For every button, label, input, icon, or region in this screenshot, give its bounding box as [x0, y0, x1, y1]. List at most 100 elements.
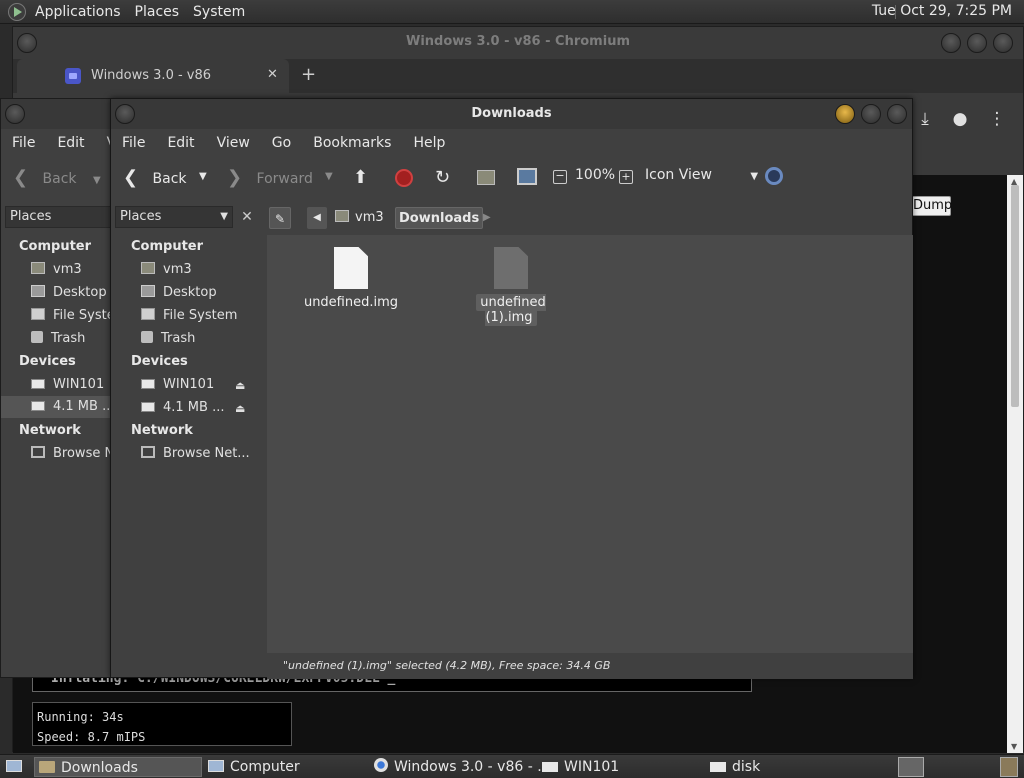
minimize-button[interactable]: [941, 33, 961, 53]
eject-icon[interactable]: ⏏: [235, 402, 245, 415]
edit-location-icon[interactable]: ✎: [269, 207, 291, 229]
sidebar-item-4mb[interactable]: 4.1 MB ...: [1, 396, 114, 418]
forward-button[interactable]: ❯ Forward: [227, 167, 313, 188]
task-computer[interactable]: Computer: [204, 757, 368, 777]
sidebar-item-4mb[interactable]: 4.1 MB ...: [141, 400, 224, 415]
file-name: undefined.img: [303, 295, 399, 310]
computer-icon[interactable]: [517, 168, 537, 185]
file-icon: [334, 247, 368, 289]
sidebar-item-vm3[interactable]: vm3: [31, 262, 82, 277]
chromium-icon: [374, 758, 388, 772]
task-chromium[interactable]: Windows 3.0 - v86 - ...: [370, 757, 551, 777]
trash-applet-icon[interactable]: [1000, 757, 1018, 777]
network-icon: [31, 446, 45, 458]
taskbar: Downloads Computer Windows 3.0 - v86 - .…: [0, 754, 1024, 778]
sidebar-item-trash[interactable]: Trash: [31, 331, 85, 346]
sidebar-header-computer: Computer: [19, 239, 92, 254]
stop-icon[interactable]: [395, 169, 413, 187]
back-history-chevron-icon[interactable]: ▼: [199, 171, 207, 182]
path-left-arrow-icon[interactable]: ◀: [307, 207, 327, 229]
menu-file[interactable]: File: [111, 135, 156, 151]
tab-close-icon[interactable]: ✕: [267, 67, 278, 82]
eject-icon[interactable]: ⏏: [235, 379, 245, 392]
menu-go[interactable]: Go: [261, 135, 302, 151]
sidebar-item-trash[interactable]: Trash: [141, 331, 195, 346]
path-vm3[interactable]: vm3: [335, 207, 384, 229]
menu-edit[interactable]: Edit: [156, 135, 205, 151]
desktop-icon: [31, 285, 45, 297]
show-desktop-icon[interactable]: [2, 757, 24, 777]
view-mode-select[interactable]: Icon View ▼: [645, 167, 758, 183]
applications-icon[interactable]: [8, 2, 26, 21]
workspace-switcher[interactable]: [898, 757, 924, 777]
sidebar-item-filesystem[interactable]: File System: [141, 308, 237, 323]
trash-icon: [141, 331, 153, 343]
download-icon[interactable]: ⤓: [913, 107, 937, 131]
system-menu[interactable]: System: [186, 4, 252, 20]
sidebar-item-filesystem[interactable]: File Syster: [31, 308, 120, 323]
file-item-selected[interactable]: undefined (1).img: [451, 247, 571, 326]
zoom-in-icon[interactable]: +: [619, 170, 633, 184]
profile-icon[interactable]: ●: [948, 107, 972, 131]
close-button[interactable]: [993, 33, 1013, 53]
speed-readout: Speed: 8.7 mIPS: [37, 730, 146, 744]
reload-button[interactable]: ↻: [435, 167, 450, 188]
trash-icon: [31, 331, 43, 343]
top-panel: Applications Places System Tue Oct 29, 7…: [0, 0, 1024, 24]
sidebar-item-desktop[interactable]: Desktop: [31, 285, 107, 300]
file-manager-window: Downloads File Edit View Go Bookmarks He…: [110, 98, 913, 679]
sidebar-header-computer: Computer: [131, 239, 204, 254]
task-downloads[interactable]: Downloads: [34, 757, 202, 777]
menu-file[interactable]: File: [1, 135, 46, 151]
sidebar-item-win101[interactable]: WIN101: [31, 377, 104, 392]
page-scrollbar[interactable]: ▲ ▼: [1007, 175, 1023, 753]
scrollbar-thumb[interactable]: [1011, 185, 1019, 407]
file-name: undefined (1).img: [476, 294, 546, 326]
forward-history-chevron-icon[interactable]: ▼: [325, 171, 333, 182]
file-manager-titlebar[interactable]: Downloads: [111, 99, 912, 129]
tab-windows-v86[interactable]: Windows 3.0 - v86 ✕: [17, 59, 289, 93]
maximize-button[interactable]: [861, 104, 881, 124]
window-menu-button[interactable]: [5, 104, 25, 124]
maximize-button[interactable]: [967, 33, 987, 53]
file-view[interactable]: undefined.img undefined (1).img: [267, 235, 913, 653]
menu-help[interactable]: Help: [402, 135, 456, 151]
menu-bookmarks[interactable]: Bookmarks: [302, 135, 402, 151]
menu-edit[interactable]: Edit: [46, 135, 95, 151]
tab-title: Windows 3.0 - v86: [91, 68, 212, 83]
chevron-down-icon: ▼: [220, 211, 228, 222]
task-disk[interactable]: disk: [706, 757, 874, 777]
file-icon: [494, 247, 528, 289]
drive-icon: [710, 762, 726, 772]
path-downloads[interactable]: Downloads: [395, 207, 484, 229]
close-sidebar-icon[interactable]: ✕: [237, 207, 257, 227]
sidebar-item-desktop[interactable]: Desktop: [141, 285, 217, 300]
places-combo[interactable]: Places ▼: [5, 206, 123, 228]
zoom-out-icon[interactable]: −: [553, 170, 567, 184]
back-button[interactable]: ❮ Back ▼: [13, 167, 101, 188]
scroll-down-icon[interactable]: ▼: [1011, 742, 1017, 751]
places-combo[interactable]: Places ▼: [115, 206, 233, 228]
back-button[interactable]: ❮ Back: [123, 167, 187, 188]
clock[interactable]: Tue Oct 29, 7:25 PM: [872, 3, 1012, 19]
more-menu-icon[interactable]: ⋮: [985, 107, 1009, 131]
close-button[interactable]: [887, 104, 907, 124]
home-icon[interactable]: [477, 170, 495, 185]
drive-icon: [141, 402, 155, 412]
up-button[interactable]: ⬆: [353, 167, 368, 188]
places-menu[interactable]: Places: [128, 4, 187, 20]
minimize-button[interactable]: [835, 104, 855, 124]
search-icon[interactable]: [765, 167, 783, 185]
file-item[interactable]: undefined.img: [301, 247, 401, 310]
sidebar-item-browse-network[interactable]: Browse Ne: [31, 446, 122, 461]
sidebar-item-win101[interactable]: WIN101: [141, 377, 214, 392]
new-tab-button[interactable]: +: [301, 64, 316, 85]
sidebar-header-devices: Devices: [19, 354, 76, 369]
sidebar-item-browse-network[interactable]: Browse Net...: [141, 446, 250, 461]
menu-view[interactable]: View: [206, 135, 261, 151]
applications-menu[interactable]: Applications: [28, 4, 128, 20]
task-win101[interactable]: WIN101: [538, 757, 706, 777]
chromium-titlebar[interactable]: Windows 3.0 - v86 - Chromium: [13, 27, 1023, 59]
sidebar-item-vm3[interactable]: vm3: [141, 262, 192, 277]
path-right-arrow-icon[interactable]: ▶: [483, 207, 491, 229]
